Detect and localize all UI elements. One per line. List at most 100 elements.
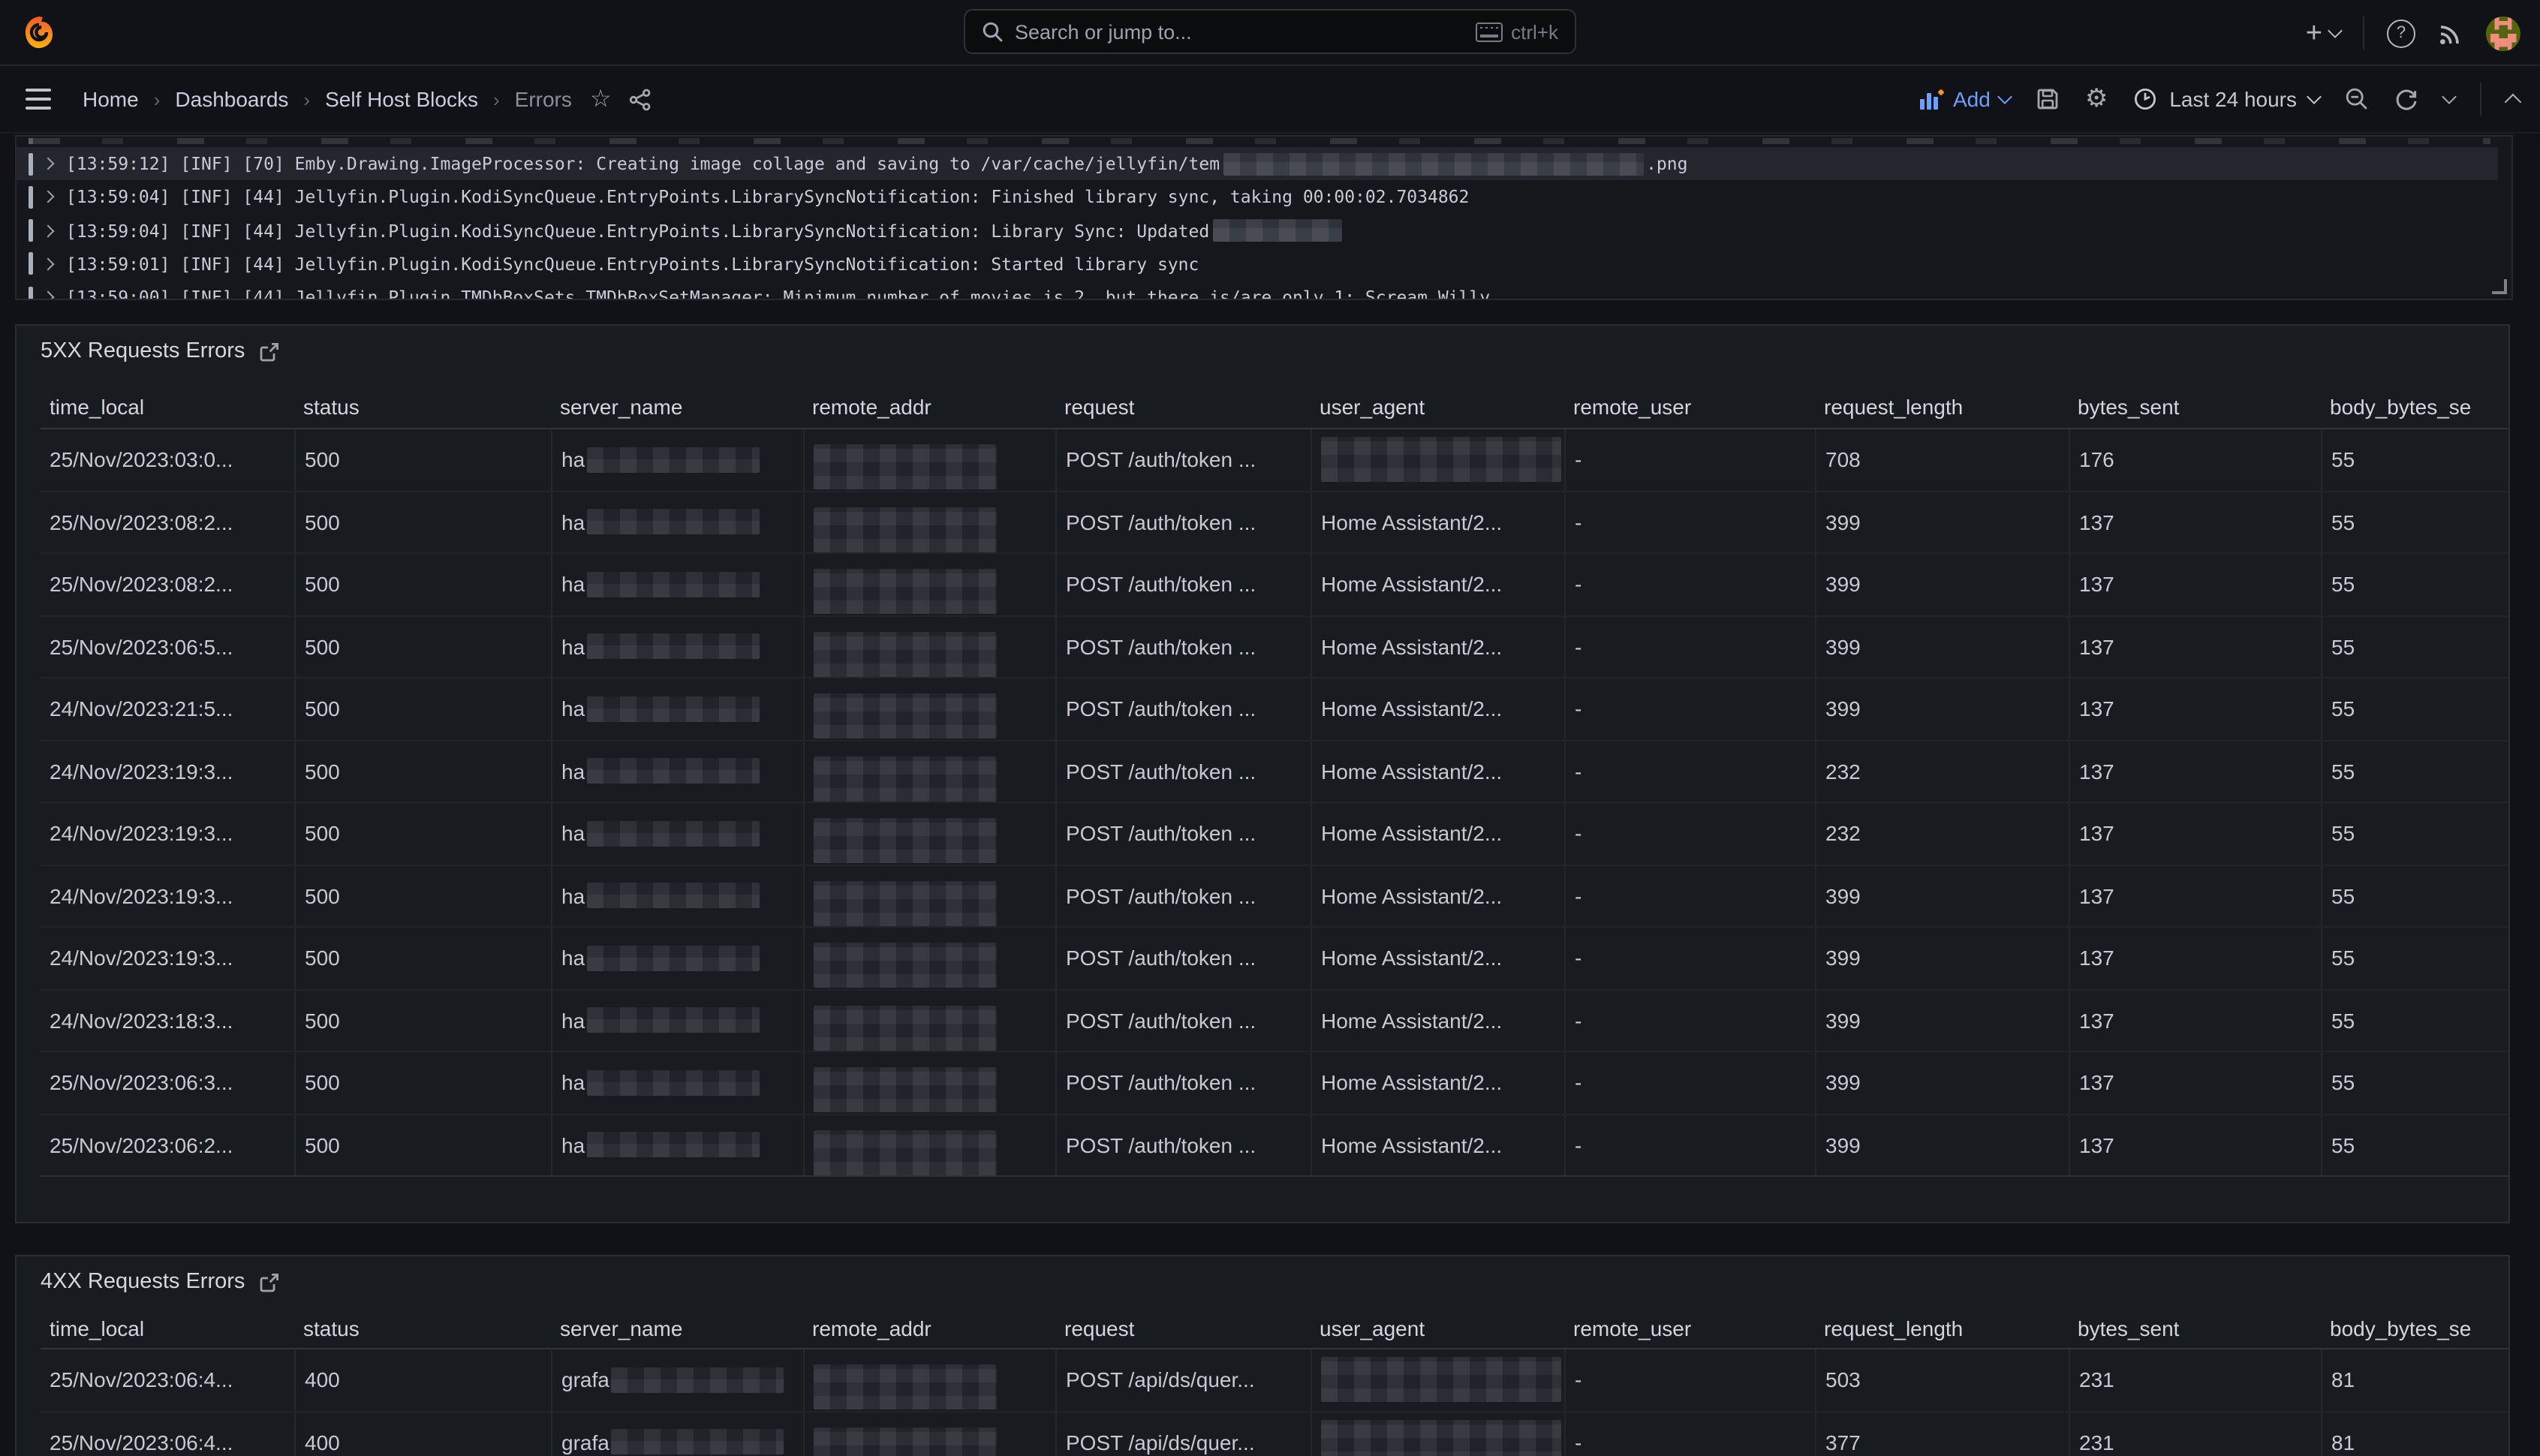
search-input[interactable]: Search or jump to... ctrl+k bbox=[964, 9, 1576, 54]
column-header-bytes_sent[interactable]: bytes_sent bbox=[2069, 394, 2321, 418]
column-header-time_local[interactable]: time_local bbox=[41, 394, 294, 418]
column-header-body_bytes_se[interactable]: body_bytes_se bbox=[2321, 1316, 2510, 1340]
cell-user-agent: Home Assistant/2... bbox=[1311, 1052, 1564, 1113]
jellyfin-logs-panel[interactable]: [13:59:12] [INF] [70] Emby.Drawing.Image… bbox=[15, 135, 2513, 300]
log-row[interactable]: [13:59:12] [INF] [70] Emby.Drawing.Image… bbox=[17, 147, 2498, 181]
refresh-button[interactable] bbox=[2394, 87, 2418, 111]
breadcrumb-item-self-host-blocks[interactable]: Self Host Blocks bbox=[325, 87, 478, 111]
expand-chevron-icon[interactable] bbox=[42, 291, 55, 300]
breadcrumb-item-home[interactable]: Home bbox=[83, 87, 139, 111]
redacted-remote-addr bbox=[814, 507, 997, 552]
help-button[interactable]: ? bbox=[2387, 19, 2415, 47]
cell-status: 500 bbox=[294, 990, 551, 1051]
cell-request-length: 377 bbox=[1815, 1412, 2069, 1456]
table-row: 25/Nov/2023:06:5...500haPOST /auth/token… bbox=[41, 616, 2508, 678]
search-shortcut: ctrl+k bbox=[1475, 20, 1558, 43]
cell-body-bytes-sent: 55 bbox=[2321, 803, 2510, 864]
redacted-server-name bbox=[611, 1367, 784, 1393]
table-body[interactable]: 25/Nov/2023:03:0...500haPOST /auth/token… bbox=[41, 429, 2508, 1177]
cell-status: 500 bbox=[294, 803, 551, 864]
column-header-remote_addr[interactable]: remote_addr bbox=[803, 394, 1055, 418]
screen: Search or jump to... ctrl+k + ? bbox=[0, 0, 2540, 1456]
cell-time-local: 24/Nov/2023:18:3... bbox=[41, 990, 294, 1051]
cell-server-name: grafa bbox=[551, 1412, 803, 1456]
column-header-status[interactable]: status bbox=[294, 394, 551, 418]
table-row: 24/Nov/2023:19:3...500haPOST /auth/token… bbox=[41, 928, 2508, 990]
cell-remote-user: - bbox=[1564, 1052, 1815, 1113]
column-header-server_name[interactable]: server_name bbox=[551, 1316, 803, 1340]
time-range-label: Last 24 hours bbox=[2169, 87, 2297, 111]
cell-status: 500 bbox=[294, 865, 551, 926]
column-header-body_bytes_se[interactable]: body_bytes_se bbox=[2321, 394, 2510, 418]
panel-4xx-requests-errors: 4XX Requests Errors time_localstatusserv… bbox=[15, 1255, 2510, 1456]
log-text: [13:59:04] [INF] [44] Jellyfin.Plugin.Ko… bbox=[66, 220, 1209, 241]
cell-bytes-sent: 137 bbox=[2069, 678, 2321, 739]
column-header-request_length[interactable]: request_length bbox=[1815, 1316, 2069, 1340]
column-header-time_local[interactable]: time_local bbox=[41, 1316, 294, 1340]
panel-resize-handle[interactable] bbox=[2492, 279, 2507, 294]
star-icon: ☆ bbox=[590, 84, 612, 114]
share-button[interactable] bbox=[630, 88, 652, 110]
cell-request-length: 399 bbox=[1815, 1115, 2069, 1175]
breadcrumb-separator: › bbox=[154, 88, 161, 110]
collapse-toolbar-button[interactable] bbox=[2505, 94, 2522, 111]
table-body[interactable]: 25/Nov/2023:06:4...400grafaPOST /api/ds/… bbox=[41, 1349, 2508, 1456]
cell-remote-user: - bbox=[1564, 429, 1815, 490]
column-header-user_agent[interactable]: user_agent bbox=[1311, 1316, 1564, 1340]
grafana-logo-icon[interactable] bbox=[20, 13, 59, 52]
expand-chevron-icon[interactable] bbox=[42, 158, 55, 170]
expand-chevron-icon[interactable] bbox=[42, 191, 55, 203]
new-menu-button[interactable]: + bbox=[2306, 19, 2340, 47]
cell-time-local: 24/Nov/2023:21:5... bbox=[41, 678, 294, 739]
column-header-user_agent[interactable]: user_agent bbox=[1311, 394, 1564, 418]
add-panel-button[interactable]: Add bbox=[1919, 87, 2010, 111]
column-header-status[interactable]: status bbox=[294, 1316, 551, 1340]
column-header-remote_user[interactable]: remote_user bbox=[1564, 1316, 1815, 1340]
cell-user-agent: Home Assistant/2... bbox=[1311, 678, 1564, 739]
menu-toggle-button[interactable] bbox=[21, 84, 56, 114]
log-row[interactable]: [13:59:04] [INF] [44] Jellyfin.Plugin.Ko… bbox=[17, 214, 2498, 248]
column-header-remote_addr[interactable]: remote_addr bbox=[803, 1316, 1055, 1340]
dashboard-settings-button[interactable]: ⚙ bbox=[2085, 84, 2108, 114]
cell-server-name: ha bbox=[551, 492, 803, 552]
cell-status: 500 bbox=[294, 492, 551, 552]
divider bbox=[2480, 83, 2481, 116]
column-header-bytes_sent[interactable]: bytes_sent bbox=[2069, 1316, 2321, 1340]
cell-bytes-sent: 137 bbox=[2069, 554, 2321, 615]
time-range-picker[interactable]: Last 24 hours bbox=[2133, 87, 2319, 111]
expand-chevron-icon[interactable] bbox=[42, 224, 55, 237]
column-header-request_length[interactable]: request_length bbox=[1815, 394, 2069, 418]
log-row[interactable]: [13:59:04] [INF] [44] Jellyfin.Plugin.Ko… bbox=[17, 181, 2498, 215]
cell-body-bytes-sent: 55 bbox=[2321, 429, 2510, 490]
log-row[interactable]: [13:59:01] [INF] [44] Jellyfin.Plugin.Ko… bbox=[17, 248, 2498, 281]
table-row: 24/Nov/2023:21:5...500haPOST /auth/token… bbox=[41, 678, 2508, 741]
external-link-icon[interactable] bbox=[260, 1272, 279, 1292]
cell-body-bytes-sent: 55 bbox=[2321, 990, 2510, 1051]
column-header-request[interactable]: request bbox=[1055, 394, 1311, 418]
column-header-request[interactable]: request bbox=[1055, 1316, 1311, 1340]
breadcrumb-item-dashboards[interactable]: Dashboards bbox=[175, 87, 288, 111]
avatar[interactable] bbox=[2486, 16, 2520, 50]
cell-request-length: 503 bbox=[1815, 1349, 2069, 1410]
cell-request: POST /auth/token ... bbox=[1055, 429, 1311, 490]
cell-user-agent: Home Assistant/2... bbox=[1311, 554, 1564, 615]
column-header-server_name[interactable]: server_name bbox=[551, 394, 803, 418]
favorite-star-button[interactable]: ☆ bbox=[590, 84, 612, 114]
refresh-interval-dropdown[interactable] bbox=[2442, 89, 2457, 104]
cell-bytes-sent: 137 bbox=[2069, 1115, 2321, 1175]
news-rss-button[interactable] bbox=[2438, 20, 2463, 46]
panel-title[interactable]: 4XX Requests Errors bbox=[41, 1270, 245, 1294]
redacted-remote-addr bbox=[814, 757, 997, 802]
log-row[interactable]: [13:59:00] [INF] [44] Jellyfin.Plugin.TM… bbox=[17, 281, 2498, 300]
table-row: 25/Nov/2023:06:4...400grafaPOST /api/ds/… bbox=[41, 1412, 2508, 1456]
column-header-remote_user[interactable]: remote_user bbox=[1564, 394, 1815, 418]
external-link-icon[interactable] bbox=[260, 341, 279, 361]
cell-time-local: 24/Nov/2023:19:3... bbox=[41, 928, 294, 988]
cell-bytes-sent: 137 bbox=[2069, 990, 2321, 1051]
expand-chevron-icon[interactable] bbox=[42, 257, 55, 270]
panel-title[interactable]: 5XX Requests Errors bbox=[41, 339, 245, 363]
chevron-down-icon bbox=[2307, 89, 2322, 104]
cell-server-name: grafa bbox=[551, 1349, 803, 1410]
zoom-out-button[interactable] bbox=[2345, 87, 2369, 111]
save-dashboard-button[interactable] bbox=[2036, 87, 2060, 111]
